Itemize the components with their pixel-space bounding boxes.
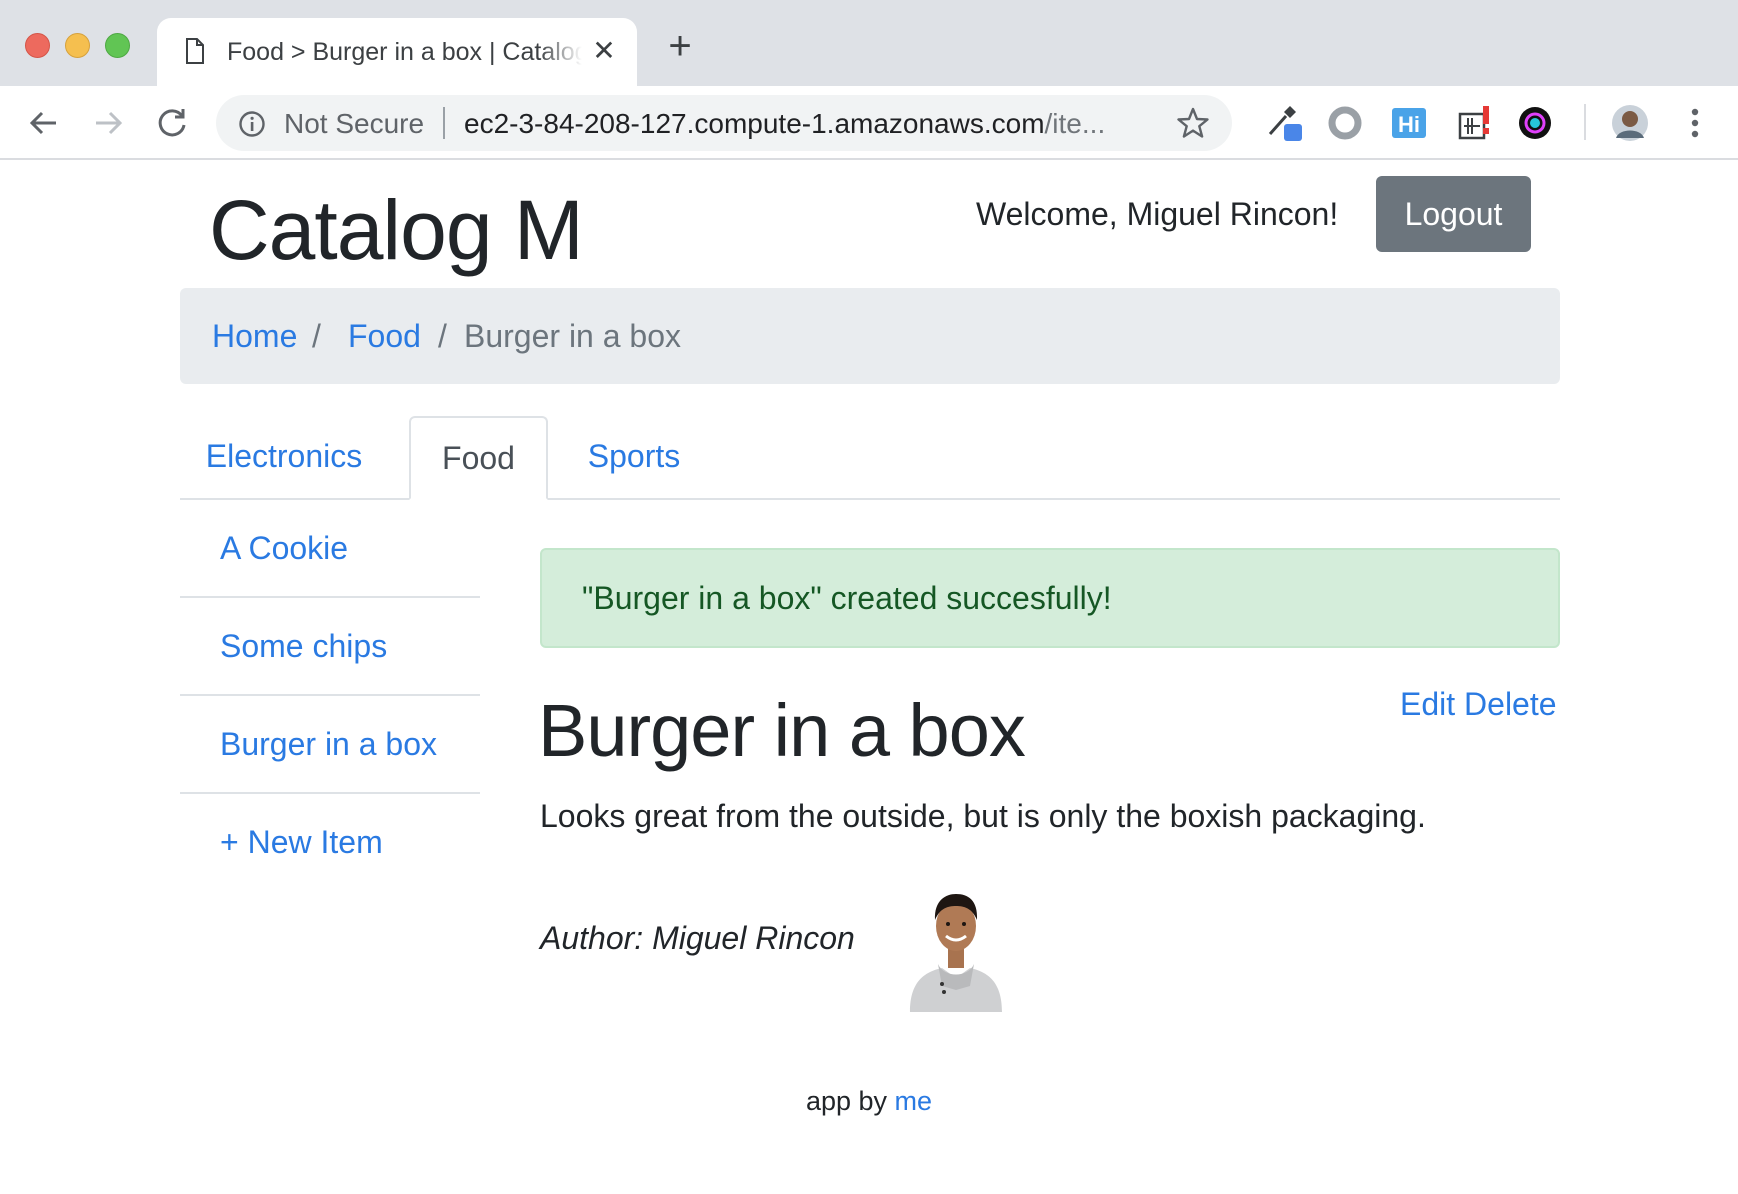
footer-link[interactable]: me	[895, 1086, 933, 1116]
url-text[interactable]: ec2-3-84-208-127.compute-1.amazonaws.com…	[464, 108, 1164, 140]
item-actions: Edit Delete	[1400, 686, 1557, 723]
document-icon	[186, 38, 204, 64]
breadcrumb-home-link[interactable]: Home	[212, 318, 297, 355]
success-alert: "Burger in a box" created succesfully!	[540, 548, 1560, 648]
breadcrumb-separator: /	[312, 318, 321, 354]
welcome-message: Welcome, Miguel Rincon!	[976, 196, 1339, 232]
new-item-link[interactable]: + New Item	[180, 794, 480, 892]
color-picker-extension-icon[interactable]	[1266, 104, 1304, 142]
logout-button[interactable]: Logout	[1376, 176, 1531, 252]
bookmark-star-icon[interactable]	[1176, 106, 1210, 140]
author-photo	[910, 894, 1002, 1012]
reload-icon[interactable]	[152, 103, 192, 143]
new-tab-button[interactable]: +	[662, 26, 698, 66]
hi-extension-icon[interactable]: Hi	[1390, 104, 1428, 142]
page-content: Catalog M Welcome, Miguel Rincon! Logout…	[0, 160, 1738, 1194]
url-path: /ite...	[1044, 108, 1106, 139]
browser-toolbar: Not Secure ec2-3-84-208-127.compute-1.am…	[0, 86, 1738, 160]
tab-electronics[interactable]: Electronics	[180, 416, 388, 500]
tab-title: Food > Burger in a box | Catalog M	[227, 38, 582, 66]
address-separator	[443, 107, 445, 139]
tab-close-icon[interactable]: ✕	[589, 36, 619, 66]
item-author: Author: Miguel Rincon	[540, 920, 855, 956]
tab-food[interactable]: Food	[409, 416, 548, 500]
window-zoom-button[interactable]	[105, 33, 130, 58]
window-minimize-button[interactable]	[65, 33, 90, 58]
lens-extension-icon[interactable]	[1516, 104, 1554, 142]
forward-arrow-icon[interactable]	[88, 103, 128, 143]
item-title: Burger in a box	[538, 689, 1026, 772]
browser-tab-bar: Food > Burger in a box | Catalog M ✕ +	[0, 0, 1738, 86]
sidebar-item-chips[interactable]: Some chips	[180, 598, 480, 696]
site-brand[interactable]: Catalog M	[209, 182, 584, 279]
url-host: ec2-3-84-208-127.compute-1.amazonaws.com	[464, 108, 1045, 139]
breadcrumb-separator: /	[438, 318, 447, 354]
security-status[interactable]: Not Secure	[284, 108, 424, 140]
sidebar-item-burger[interactable]: Burger in a box	[180, 696, 480, 794]
info-icon[interactable]	[238, 110, 266, 138]
breadcrumb: Home / Food / Burger in a box	[180, 288, 1560, 384]
item-description: Looks great from the outside, but is onl…	[540, 798, 1426, 834]
browser-tab-active[interactable]: Food > Burger in a box | Catalog M ✕	[157, 18, 637, 86]
breadcrumb-current: Burger in a box	[464, 318, 682, 354]
back-arrow-icon[interactable]	[24, 103, 64, 143]
profile-avatar-icon[interactable]	[1611, 104, 1649, 142]
delete-link[interactable]: Delete	[1464, 686, 1557, 722]
sidebar-item-cookie[interactable]: A Cookie	[180, 500, 480, 598]
footer: app by me	[0, 1086, 1738, 1117]
more-menu-icon[interactable]	[1680, 104, 1710, 142]
category-tabs: Electronics Food Sports	[180, 416, 1560, 500]
footer-text: app by	[805, 1086, 895, 1116]
window-close-button[interactable]	[25, 33, 50, 58]
edit-link[interactable]: Edit	[1400, 686, 1455, 722]
item-list: A Cookie Some chips Burger in a box + Ne…	[180, 500, 480, 892]
clipboard-extension-icon[interactable]	[1456, 104, 1494, 142]
toolbar-separator	[1584, 104, 1586, 140]
address-bar[interactable]: Not Secure ec2-3-84-208-127.compute-1.am…	[216, 95, 1232, 151]
tab-sports[interactable]: Sports	[554, 416, 714, 500]
circle-extension-icon[interactable]	[1326, 104, 1364, 142]
breadcrumb-category-link[interactable]: Food	[348, 318, 421, 355]
svg-text:Hi: Hi	[1398, 112, 1420, 137]
